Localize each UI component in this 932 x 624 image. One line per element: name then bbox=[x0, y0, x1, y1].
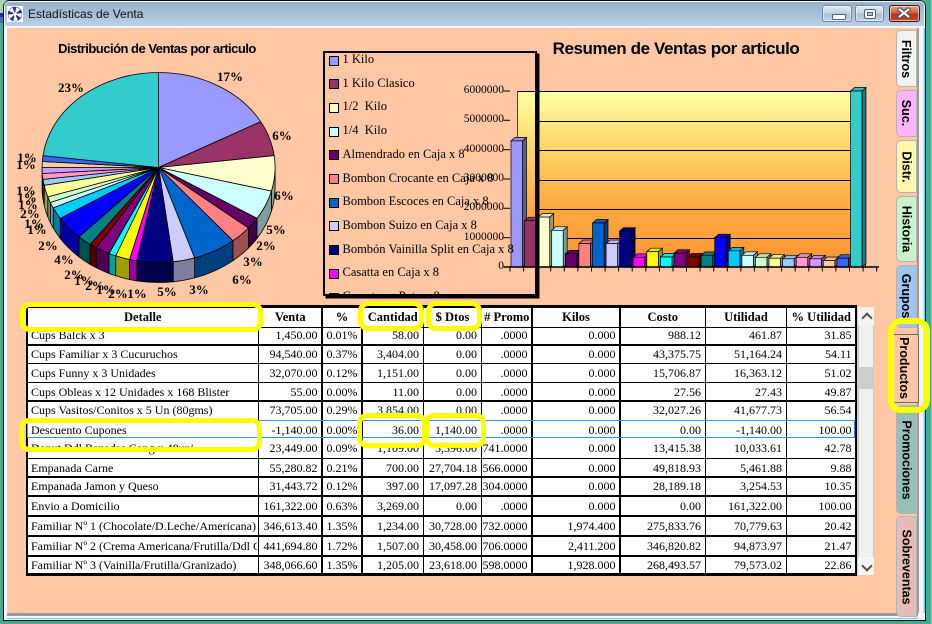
svg-text:3%: 3% bbox=[189, 282, 209, 297]
svg-text:17%: 17% bbox=[217, 69, 243, 84]
svg-text:1%: 1% bbox=[16, 183, 36, 198]
svg-text:3%: 3% bbox=[243, 254, 263, 269]
svg-text:5%: 5% bbox=[266, 222, 286, 237]
svg-text:2%: 2% bbox=[38, 238, 58, 253]
svg-text:2%: 2% bbox=[256, 238, 276, 253]
svg-text:1%: 1% bbox=[127, 286, 147, 300]
svg-text:6%: 6% bbox=[274, 188, 294, 203]
svg-text:6%: 6% bbox=[232, 272, 252, 287]
svg-text:23%: 23% bbox=[58, 80, 84, 95]
svg-text:1%: 1% bbox=[17, 150, 37, 165]
svg-text:4%: 4% bbox=[54, 252, 74, 267]
svg-text:6%: 6% bbox=[272, 128, 292, 143]
svg-text:2%: 2% bbox=[64, 267, 84, 282]
svg-text:5%: 5% bbox=[157, 284, 177, 299]
